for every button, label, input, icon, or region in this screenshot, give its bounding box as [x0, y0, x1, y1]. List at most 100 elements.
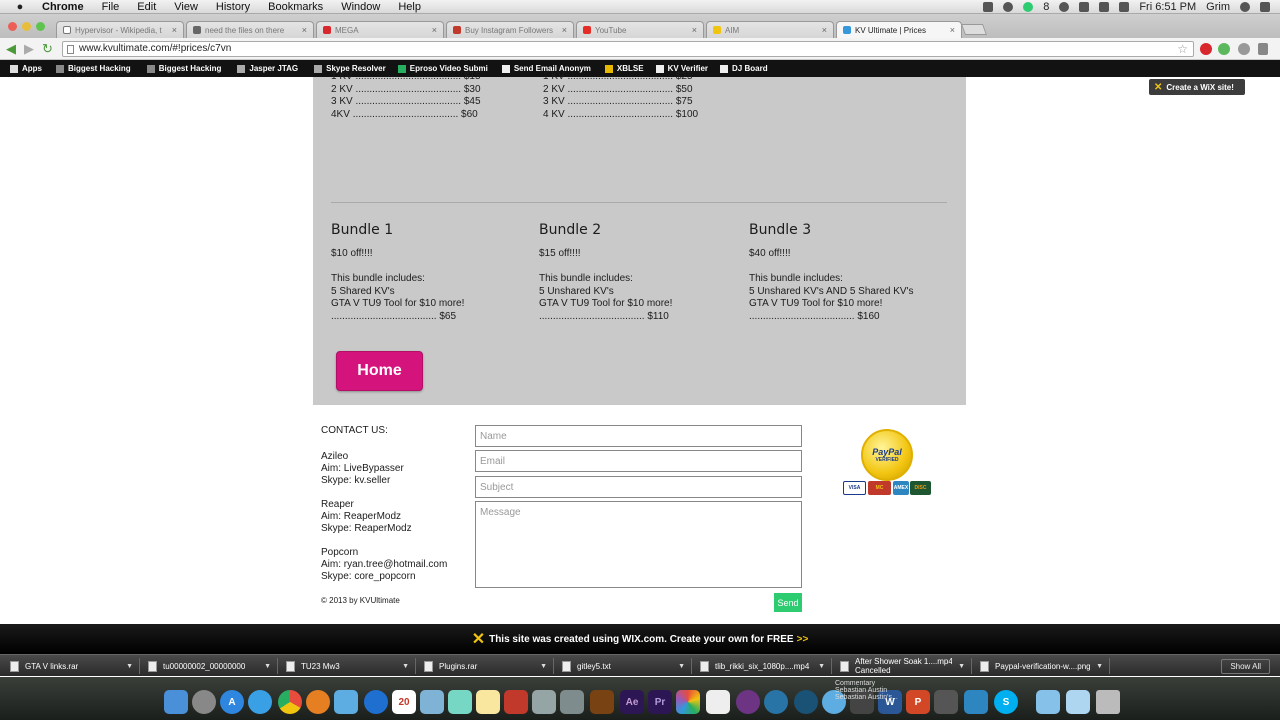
home-button[interactable]: Home [336, 351, 423, 391]
chevron-down-icon[interactable]: ▼ [678, 663, 685, 670]
download-item[interactable]: Plugins.rar ▼ [418, 658, 554, 674]
bookmark-star-icon[interactable]: ☆ [1177, 42, 1188, 56]
chevron-down-icon[interactable]: ▼ [402, 663, 409, 670]
tab-close-icon[interactable]: × [692, 25, 697, 35]
bookmark-biggest-hacking-2[interactable]: Biggest Hacking [146, 64, 221, 73]
folder-icon[interactable] [1036, 690, 1060, 714]
message-field[interactable]: Message [475, 501, 802, 588]
tab-close-icon[interactable]: × [822, 25, 827, 35]
extension-icon[interactable] [1238, 43, 1250, 55]
adblock-icon[interactable] [1200, 43, 1212, 55]
spotlight-icon[interactable] [1240, 2, 1250, 12]
download-arrow-icon[interactable] [1218, 43, 1230, 55]
tab-youtube[interactable]: YouTube × [576, 21, 704, 38]
tab-close-icon[interactable]: × [432, 25, 437, 35]
download-item[interactable]: tlib_rikki_six_1080p....mp4 ▼ [694, 658, 832, 674]
chevron-down-icon[interactable]: ▼ [818, 663, 825, 670]
powerpoint-icon[interactable]: P [906, 690, 930, 714]
photobooth-icon[interactable] [504, 690, 528, 714]
photoshop-icon[interactable] [676, 690, 700, 714]
notes-icon[interactable] [476, 690, 500, 714]
imovie-icon[interactable] [736, 690, 760, 714]
tab-wikipedia[interactable]: Hypervisor - Wikipedia, t × [56, 21, 184, 38]
system-preferences-icon[interactable] [560, 690, 584, 714]
menu-file[interactable]: File [102, 1, 120, 13]
finder-folder-icon[interactable] [964, 690, 988, 714]
menu-window[interactable]: Window [341, 1, 380, 13]
address-bar[interactable]: www.kvultimate.com/#!prices/c7vn ☆ [62, 41, 1194, 57]
itunes-icon[interactable] [364, 690, 388, 714]
menu-bookmarks[interactable]: Bookmarks [268, 1, 323, 13]
send-button[interactable]: Send [774, 593, 802, 612]
tab-kv-ultimate[interactable]: KV Ultimate | Prices × [836, 21, 962, 38]
new-tab-button[interactable] [960, 24, 988, 35]
chess-icon[interactable] [706, 690, 730, 714]
launchpad-icon[interactable] [192, 690, 216, 714]
trash-icon[interactable] [1096, 690, 1120, 714]
menu-app-chrome[interactable]: Chrome [42, 1, 84, 13]
chrome-menu-icon[interactable] [1258, 43, 1268, 55]
premiere-icon[interactable]: Pr [648, 690, 672, 714]
guitar-icon[interactable] [590, 690, 614, 714]
show-all-downloads-button[interactable]: Show All [1221, 659, 1270, 674]
chevron-down-icon[interactable]: ▼ [540, 663, 547, 670]
download-item[interactable]: gitley5.txt ▼ [556, 658, 692, 674]
download-item[interactable]: tu00000002_00000000 ▼ [142, 658, 278, 674]
tab-close-icon[interactable]: × [172, 25, 177, 35]
name-field[interactable]: Name [475, 425, 802, 447]
gear-icon[interactable] [764, 690, 788, 714]
download-item[interactable]: After Shower Soak 1....mp4 Cancelled ▼ [834, 657, 972, 675]
tab-aim[interactable]: AIM × [706, 21, 834, 38]
skype-icon[interactable]: S [994, 690, 1018, 714]
chevron-down-icon[interactable]: ▼ [1096, 663, 1103, 670]
photo-icon[interactable] [448, 690, 472, 714]
back-icon[interactable]: ◀ [6, 42, 16, 55]
mail-icon[interactable] [334, 690, 358, 714]
wifi-icon[interactable] [1079, 2, 1090, 12]
aftereffects-icon[interactable]: Ae [620, 690, 644, 714]
bookmark-dj-board[interactable]: DJ Board [720, 64, 768, 73]
bookmark-biggest-hacking-1[interactable]: Biggest Hacking [56, 64, 131, 73]
notification-center-icon[interactable] [1260, 2, 1270, 12]
volume-icon[interactable] [1099, 2, 1110, 12]
dropbox-icon[interactable] [983, 2, 994, 12]
wix-footer-banner[interactable]: ✕ This site was created using WIX.com. C… [0, 624, 1280, 654]
chevron-down-icon[interactable]: ▼ [958, 663, 965, 670]
tab-instagram[interactable]: Buy Instagram Followers × [446, 21, 574, 38]
minimize-window-icon[interactable] [22, 22, 31, 31]
download-item[interactable]: Paypal-verification-w....png ▼ [974, 658, 1110, 674]
firefox-icon[interactable] [306, 690, 330, 714]
email-field[interactable]: Email [475, 450, 802, 472]
subject-field[interactable]: Subject [475, 476, 802, 498]
tab-mega[interactable]: MEGA × [316, 21, 444, 38]
downloads-folder-icon[interactable] [1066, 690, 1090, 714]
menu-edit[interactable]: Edit [137, 1, 156, 13]
app-store-icon[interactable]: A [220, 690, 244, 714]
reload-icon[interactable]: ↻ [42, 42, 53, 55]
download-item[interactable]: GTA V links.rar ▼ [4, 658, 140, 674]
apple-icon[interactable]: ● [12, 1, 28, 13]
finder-icon[interactable] [164, 690, 188, 714]
calendar-icon[interactable]: 20 [392, 690, 416, 714]
bookmark-jasper-jtag[interactable]: Jasper JTAG [237, 64, 298, 73]
battery-icon[interactable] [1119, 2, 1130, 12]
user-name[interactable]: Grim [1206, 1, 1230, 13]
tab-close-icon[interactable]: × [950, 25, 955, 35]
chevron-down-icon[interactable]: ▼ [126, 663, 133, 670]
chrome-status-icon[interactable] [1023, 2, 1034, 12]
tab-files[interactable]: need the files on there × [186, 21, 314, 38]
help-icon[interactable] [1059, 2, 1070, 12]
steam-icon[interactable] [934, 690, 958, 714]
forward-icon[interactable]: ▶ [24, 42, 34, 55]
menu-history[interactable]: History [216, 1, 250, 13]
printer-icon[interactable] [532, 690, 556, 714]
chevron-down-icon[interactable]: ▼ [264, 663, 271, 670]
preview-icon[interactable] [420, 690, 444, 714]
download-item[interactable]: TU23 Mw3 ▼ [280, 658, 416, 674]
maximize-window-icon[interactable] [36, 22, 45, 31]
sync-icon[interactable] [1003, 2, 1014, 12]
tab-close-icon[interactable]: × [302, 25, 307, 35]
globe-icon[interactable] [794, 690, 818, 714]
chrome-icon[interactable] [278, 690, 302, 714]
menu-view[interactable]: View [174, 1, 198, 13]
